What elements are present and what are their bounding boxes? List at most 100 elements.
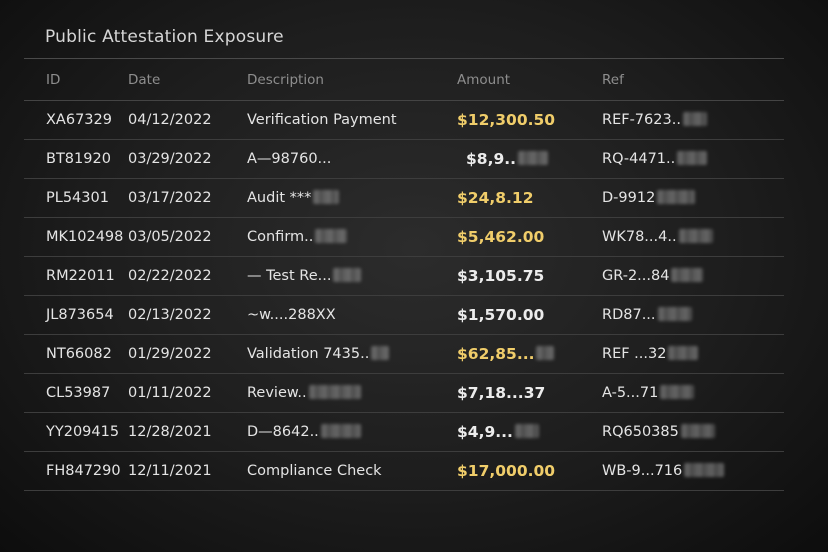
row-ref-text: A-5...71	[602, 385, 659, 401]
table-row[interactable]: BT81920 03/29/2022 A—98760... $8,9.. RQ-…	[24, 140, 784, 179]
row-ref: REF-7623..	[602, 101, 707, 139]
row-amount: $12,300.50	[457, 111, 556, 129]
row-id: MK102498	[46, 229, 124, 245]
redaction-blur	[668, 345, 699, 360]
redaction-blur	[308, 384, 361, 399]
table-header: ID Date Description Amount Ref	[24, 59, 784, 101]
redaction-blur	[657, 189, 696, 204]
row-date: 01/11/2022	[128, 385, 212, 401]
row-amount: $24,8.12	[457, 189, 534, 207]
row-amount: $4,9...	[457, 413, 539, 451]
row-ref-text: WB-9...716	[602, 463, 683, 479]
row-amount-text: $8,9..	[466, 150, 517, 168]
row-id: RM22011	[46, 268, 115, 284]
redaction-blur	[313, 189, 340, 204]
row-amount: $17,000.00	[457, 462, 556, 480]
row-id: YY209415	[46, 424, 120, 440]
row-ref: A-5...71	[602, 374, 695, 412]
row-date: 02/22/2022	[128, 268, 212, 284]
redaction-blur	[684, 462, 725, 477]
table-row[interactable]: RM22011 02/22/2022 — Test Re... $3,105.7…	[24, 257, 784, 296]
row-ref: REF ...32	[602, 335, 699, 373]
row-id: XA67329	[46, 112, 112, 128]
redaction-blur	[678, 228, 713, 243]
row-ref-text: REF-7623..	[602, 112, 681, 128]
column-header-date[interactable]: Date	[128, 59, 160, 102]
redaction-blur	[514, 424, 539, 438]
row-date: 03/29/2022	[128, 151, 212, 167]
row-id: CL53987	[46, 385, 111, 401]
attestation-table-panel: Public Attestation Exposure ID Date Desc…	[24, 18, 784, 491]
row-description: ~w....288XX	[247, 307, 336, 323]
redaction-blur	[518, 151, 549, 165]
row-description: Verification Payment	[247, 112, 397, 128]
row-date: 01/29/2022	[128, 346, 212, 362]
row-ref: D-9912	[602, 179, 696, 217]
row-id: JL873654	[46, 307, 114, 323]
row-id: BT81920	[46, 151, 111, 167]
row-amount: $5,462.00	[457, 228, 545, 246]
table-row[interactable]: MK102498 03/05/2022 Confirm.. $5,462.00 …	[24, 218, 784, 257]
row-description: D—8642..	[247, 413, 361, 451]
row-date: 02/13/2022	[128, 307, 212, 323]
row-ref: WB-9...716	[602, 452, 725, 490]
row-description: Validation 7435..	[247, 335, 390, 373]
row-ref-text: REF ...32	[602, 346, 667, 362]
row-ref: RD87...	[602, 296, 692, 334]
table-row[interactable]: CL53987 01/11/2022 Review.. $7,18...37 A…	[24, 374, 784, 413]
row-description: Confirm..	[247, 218, 348, 256]
row-amount: $8,9..	[466, 140, 549, 178]
row-description: A—98760...	[247, 151, 332, 167]
row-description-text: Review..	[247, 385, 307, 401]
redaction-blur	[671, 267, 704, 282]
row-description-text: — Test Re...	[247, 268, 332, 284]
row-ref-text: RD87...	[602, 307, 656, 323]
table-row[interactable]: PL54301 03/17/2022 Audit *** $24,8.12 D-…	[24, 179, 784, 218]
redaction-blur	[320, 423, 361, 438]
redaction-blur	[315, 228, 348, 243]
redaction-blur	[657, 306, 692, 321]
page-title: Public Attestation Exposure	[24, 18, 784, 59]
row-date: 12/11/2021	[128, 463, 212, 479]
row-description-text: D—8642..	[247, 424, 319, 440]
column-header-id[interactable]: ID	[46, 59, 60, 102]
row-ref-text: GR-2...84	[602, 268, 670, 284]
row-amount-text: $4,9...	[457, 423, 513, 441]
row-date: 12/28/2021	[128, 424, 212, 440]
row-ref: RQ650385	[602, 413, 715, 451]
row-description: — Test Re...	[247, 257, 362, 295]
row-ref: RQ-4471..	[602, 140, 708, 178]
row-id: NT66082	[46, 346, 112, 362]
table-row[interactable]: FH847290 12/11/2021 Compliance Check $17…	[24, 452, 784, 491]
row-amount-text: $62,85...	[457, 345, 535, 363]
row-description-text: Validation 7435..	[247, 346, 370, 362]
row-amount: $7,18...37	[457, 384, 546, 402]
table-row[interactable]: NT66082 01/29/2022 Validation 7435.. $62…	[24, 335, 784, 374]
column-header-description[interactable]: Description	[247, 59, 324, 102]
row-amount: $1,570.00	[457, 306, 545, 324]
table-row[interactable]: JL873654 02/13/2022 ~w....288XX $1,570.0…	[24, 296, 784, 335]
row-ref-text: RQ650385	[602, 424, 679, 440]
redaction-blur	[677, 150, 708, 165]
row-ref-text: WK78...4..	[602, 229, 677, 245]
redaction-blur	[682, 111, 707, 126]
row-description: Review..	[247, 374, 361, 412]
row-id: FH847290	[46, 463, 121, 479]
redaction-blur	[333, 267, 362, 282]
row-description-text: Confirm..	[247, 229, 314, 245]
redaction-blur	[371, 345, 390, 360]
row-description: Audit ***	[247, 179, 340, 217]
row-ref: WK78...4..	[602, 218, 713, 256]
redaction-blur	[536, 346, 555, 360]
row-date: 03/17/2022	[128, 190, 212, 206]
row-description-text: Audit ***	[247, 190, 312, 206]
row-amount: $3,105.75	[457, 267, 545, 285]
redaction-blur	[680, 423, 715, 438]
row-amount: $62,85...	[457, 335, 555, 373]
table-row[interactable]: XA67329 04/12/2022 Verification Payment …	[24, 101, 784, 140]
column-header-ref[interactable]: Ref	[602, 59, 624, 102]
column-header-amount[interactable]: Amount	[457, 59, 510, 102]
row-id: PL54301	[46, 190, 109, 206]
table-row[interactable]: YY209415 12/28/2021 D—8642.. $4,9... RQ6…	[24, 413, 784, 452]
row-ref-text: RQ-4471..	[602, 151, 676, 167]
